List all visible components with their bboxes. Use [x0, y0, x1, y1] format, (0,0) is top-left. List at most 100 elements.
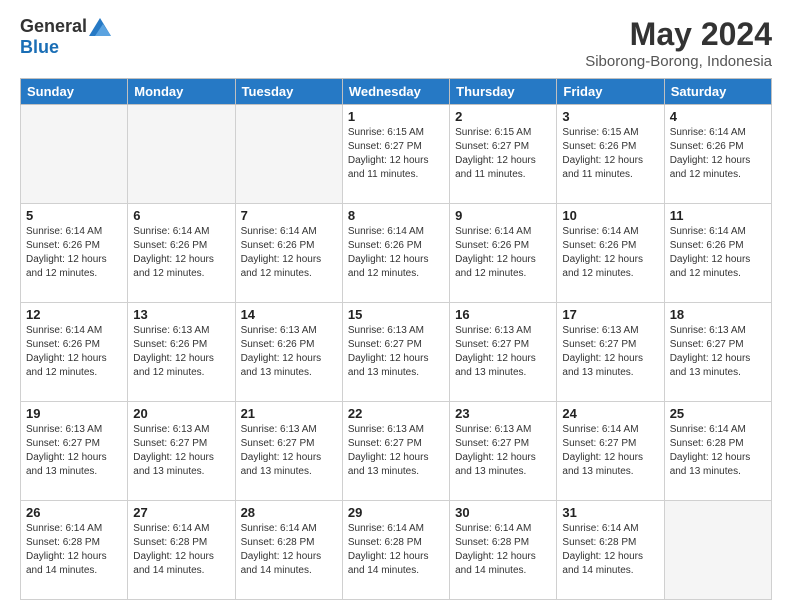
calendar-day-cell: 13 Sunrise: 6:13 AM Sunset: 6:26 PM Dayli…	[128, 303, 235, 402]
day-info: Sunrise: 6:14 AM Sunset: 6:26 PM Dayligh…	[26, 225, 122, 281]
calendar-day-cell: 15Sunrise: 6:13 AM Sunset: 6:27 PM Dayli…	[342, 303, 449, 402]
day-info: Sunrise: 6:14 AM Sunset: 6:26 PM Dayligh…	[241, 225, 337, 281]
day-number: 6	[133, 208, 229, 223]
day-number: 20	[133, 406, 229, 421]
day-info: Sunrise: 6:13 AM Sunset: 6:27 PM Dayligh…	[133, 423, 229, 479]
calendar-day-cell: 26 Sunrise: 6:14 AM Sunset: 6:28 PM Dayli…	[21, 501, 128, 600]
logo-general: General	[20, 16, 87, 37]
calendar-day-cell	[664, 501, 771, 600]
day-info: Sunrise: 6:14 AM Sunset: 6:26 PM Dayligh…	[455, 225, 551, 281]
day-number: 17	[562, 307, 658, 322]
page: General Blue May 2024 Siborong-Borong, I…	[0, 0, 792, 612]
day-info: Sunrise: 6:13 AM Sunset: 6:27 PM Dayligh…	[455, 324, 551, 380]
day-number: 21	[241, 406, 337, 421]
calendar-day-cell: 14 Sunrise: 6:13 AM Sunset: 6:26 PM Dayli…	[235, 303, 342, 402]
day-info: Sunrise: 6:14 AM Sunset: 6:26 PM Dayligh…	[348, 225, 444, 281]
day-info: Sunrise: 6:15 AM Sunset: 6:26 PM Dayligh…	[562, 126, 658, 182]
day-info: Sunrise: 6:13 AM Sunset: 6:27 PM Dayligh…	[348, 324, 444, 380]
calendar-table: SundayMondayTuesdayWednesdayThursdayFrid…	[20, 78, 772, 600]
day-info: Sunrise: 6:13 AM Sunset: 6:27 PM Dayligh…	[348, 423, 444, 479]
day-number: 19	[26, 406, 122, 421]
day-number: 31	[562, 505, 658, 520]
calendar-day-cell: 5 Sunrise: 6:14 AM Sunset: 6:26 PM Daylig…	[21, 204, 128, 303]
day-info: Sunrise: 6:14 AM Sunset: 6:28 PM Dayligh…	[455, 522, 551, 578]
calendar-day-header: Saturday	[664, 79, 771, 105]
calendar-week-row: 26 Sunrise: 6:14 AM Sunset: 6:28 PM Dayli…	[21, 501, 772, 600]
day-number: 9	[455, 208, 551, 223]
calendar-day-cell: 1 Sunrise: 6:15 AM Sunset: 6:27 PM Daylig…	[342, 105, 449, 204]
calendar-day-header: Friday	[557, 79, 664, 105]
day-number: 22	[348, 406, 444, 421]
calendar-day-cell	[235, 105, 342, 204]
day-info: Sunrise: 6:13 AM Sunset: 6:26 PM Dayligh…	[241, 324, 337, 380]
calendar-day-cell: 8 Sunrise: 6:14 AM Sunset: 6:26 PM Daylig…	[342, 204, 449, 303]
calendar-day-cell: 20 Sunrise: 6:13 AM Sunset: 6:27 PM Dayli…	[128, 402, 235, 501]
day-info: Sunrise: 6:13 AM Sunset: 6:27 PM Dayligh…	[455, 423, 551, 479]
calendar-day-cell: 30Sunrise: 6:14 AM Sunset: 6:28 PM Dayli…	[450, 501, 557, 600]
day-number: 28	[241, 505, 337, 520]
day-number: 18	[670, 307, 766, 322]
day-info: Sunrise: 6:14 AM Sunset: 6:28 PM Dayligh…	[133, 522, 229, 578]
calendar-day-header: Sunday	[21, 79, 128, 105]
calendar-day-cell: 16 Sunrise: 6:13 AM Sunset: 6:27 PM Dayli…	[450, 303, 557, 402]
calendar-day-cell: 25 Sunrise: 6:14 AM Sunset: 6:28 PM Dayli…	[664, 402, 771, 501]
calendar-day-cell: 24Sunrise: 6:14 AM Sunset: 6:27 PM Dayli…	[557, 402, 664, 501]
day-info: Sunrise: 6:14 AM Sunset: 6:26 PM Dayligh…	[26, 324, 122, 380]
day-number: 8	[348, 208, 444, 223]
day-info: Sunrise: 6:15 AM Sunset: 6:27 PM Dayligh…	[455, 126, 551, 182]
calendar-day-cell: 18 Sunrise: 6:13 AM Sunset: 6:27 PM Dayli…	[664, 303, 771, 402]
day-info: Sunrise: 6:14 AM Sunset: 6:26 PM Dayligh…	[670, 126, 766, 182]
day-number: 3	[562, 109, 658, 124]
day-number: 7	[241, 208, 337, 223]
day-number: 16	[455, 307, 551, 322]
day-number: 1	[348, 109, 444, 124]
day-info: Sunrise: 6:13 AM Sunset: 6:27 PM Dayligh…	[26, 423, 122, 479]
day-number: 10	[562, 208, 658, 223]
calendar-day-header: Monday	[128, 79, 235, 105]
calendar-day-header: Thursday	[450, 79, 557, 105]
day-info: Sunrise: 6:14 AM Sunset: 6:28 PM Dayligh…	[348, 522, 444, 578]
month-title: May 2024	[585, 16, 772, 53]
calendar-day-cell: 6 Sunrise: 6:14 AM Sunset: 6:26 PM Daylig…	[128, 204, 235, 303]
day-number: 29	[348, 505, 444, 520]
day-info: Sunrise: 6:14 AM Sunset: 6:28 PM Dayligh…	[670, 423, 766, 479]
calendar-day-cell: 3 Sunrise: 6:15 AM Sunset: 6:26 PM Daylig…	[557, 105, 664, 204]
day-number: 4	[670, 109, 766, 124]
day-info: Sunrise: 6:13 AM Sunset: 6:27 PM Dayligh…	[241, 423, 337, 479]
calendar-day-cell	[128, 105, 235, 204]
calendar-day-cell: 27 Sunrise: 6:14 AM Sunset: 6:28 PM Dayli…	[128, 501, 235, 600]
calendar-day-cell: 11Sunrise: 6:14 AM Sunset: 6:26 PM Dayli…	[664, 204, 771, 303]
day-number: 25	[670, 406, 766, 421]
day-number: 27	[133, 505, 229, 520]
day-info: Sunrise: 6:14 AM Sunset: 6:26 PM Dayligh…	[133, 225, 229, 281]
day-number: 26	[26, 505, 122, 520]
day-number: 11	[670, 208, 766, 223]
calendar-day-cell: 22 Sunrise: 6:13 AM Sunset: 6:27 PM Dayli…	[342, 402, 449, 501]
day-info: Sunrise: 6:14 AM Sunset: 6:28 PM Dayligh…	[241, 522, 337, 578]
day-info: Sunrise: 6:14 AM Sunset: 6:26 PM Dayligh…	[562, 225, 658, 281]
calendar-day-cell: 19 Sunrise: 6:13 AM Sunset: 6:27 PM Dayli…	[21, 402, 128, 501]
calendar-day-cell: 29 Sunrise: 6:14 AM Sunset: 6:28 PM Dayli…	[342, 501, 449, 600]
header: General Blue May 2024 Siborong-Borong, I…	[20, 16, 772, 70]
calendar-day-cell: 12Sunrise: 6:14 AM Sunset: 6:26 PM Dayli…	[21, 303, 128, 402]
day-info: Sunrise: 6:14 AM Sunset: 6:28 PM Dayligh…	[562, 522, 658, 578]
calendar-day-header: Wednesday	[342, 79, 449, 105]
day-info: Sunrise: 6:15 AM Sunset: 6:27 PM Dayligh…	[348, 126, 444, 182]
day-number: 14	[241, 307, 337, 322]
calendar-header-row: SundayMondayTuesdayWednesdayThursdayFrid…	[21, 79, 772, 105]
logo-blue: Blue	[20, 37, 59, 58]
day-info: Sunrise: 6:14 AM Sunset: 6:27 PM Dayligh…	[562, 423, 658, 479]
calendar-day-cell: 17Sunrise: 6:13 AM Sunset: 6:27 PM Dayli…	[557, 303, 664, 402]
day-number: 5	[26, 208, 122, 223]
day-info: Sunrise: 6:14 AM Sunset: 6:28 PM Dayligh…	[26, 522, 122, 578]
calendar-day-cell: 9 Sunrise: 6:14 AM Sunset: 6:26 PM Daylig…	[450, 204, 557, 303]
calendar-week-row: 19 Sunrise: 6:13 AM Sunset: 6:27 PM Dayli…	[21, 402, 772, 501]
logo: General Blue	[20, 16, 111, 58]
day-number: 2	[455, 109, 551, 124]
day-info: Sunrise: 6:13 AM Sunset: 6:27 PM Dayligh…	[670, 324, 766, 380]
day-info: Sunrise: 6:13 AM Sunset: 6:26 PM Dayligh…	[133, 324, 229, 380]
day-number: 13	[133, 307, 229, 322]
calendar-day-cell: 23Sunrise: 6:13 AM Sunset: 6:27 PM Dayli…	[450, 402, 557, 501]
calendar-day-cell: 4 Sunrise: 6:14 AM Sunset: 6:26 PM Daylig…	[664, 105, 771, 204]
calendar-day-header: Tuesday	[235, 79, 342, 105]
